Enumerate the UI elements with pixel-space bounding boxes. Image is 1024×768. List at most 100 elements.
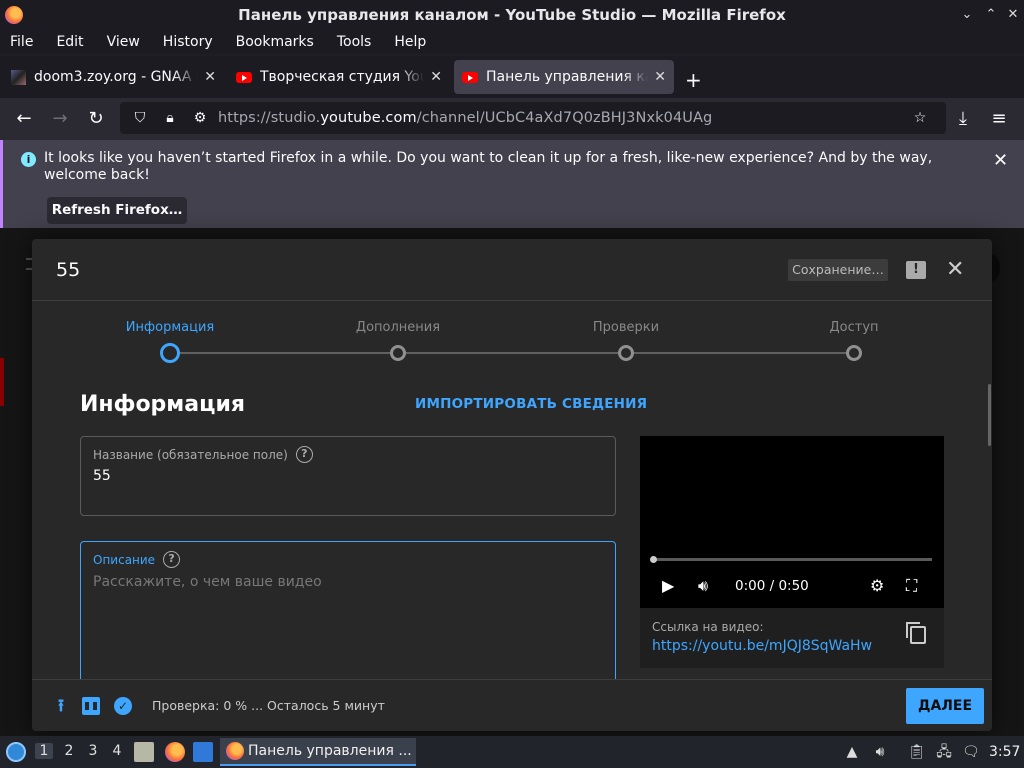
notification-close-icon[interactable]: ✕ [993, 150, 1008, 171]
back-icon[interactable]: ← [13, 108, 35, 130]
show-desktop-icon[interactable] [193, 742, 213, 762]
notifications-tray-icon[interactable]: 🗨︎ [962, 744, 980, 760]
next-button[interactable]: ДАЛЕЕ [906, 688, 984, 724]
menu-help[interactable]: Help [394, 34, 426, 50]
dialog-footer: ⭱ ✓ Проверка: 0 % ... Осталось 5 минут Д… [32, 679, 992, 731]
tab-close-icon[interactable]: ✕ [204, 69, 216, 85]
menu-history[interactable]: History [163, 34, 213, 50]
progress-scrubber[interactable] [650, 556, 657, 563]
video-progress-bar[interactable] [650, 556, 932, 563]
permissions-icon[interactable]: ⚙︎ [190, 108, 210, 128]
import-details-link[interactable]: ИМПОРТИРОВАТЬ СВЕДЕНИЯ [415, 396, 647, 412]
menu-bar: File Edit View History Bookmarks Tools H… [0, 30, 1024, 54]
tab-doom3[interactable]: doom3.zoy.org - GNAA Last Measure ✕ [2, 60, 224, 94]
new-tab-icon[interactable]: + [685, 68, 702, 92]
step-dot-elements[interactable] [390, 345, 406, 361]
navigation-bar: ← → ↻ ⛉ 🔒︎ ⚙︎ https://studio.youtube.com… [0, 98, 1024, 140]
menu-view[interactable]: View [107, 34, 140, 50]
lock-icon[interactable]: 🔒︎ [160, 108, 180, 128]
downloads-icon[interactable]: ⤓ [952, 108, 974, 130]
title-field-value[interactable]: 55 [93, 468, 111, 484]
video-link-label: Ссылка на видео: [652, 620, 764, 634]
tab-close-icon[interactable]: ✕ [430, 69, 442, 85]
play-icon[interactable]: ▶ [662, 576, 674, 595]
dialog-scrollbar[interactable] [988, 384, 991, 446]
stepper-line [172, 352, 852, 354]
step-label-visibility[interactable]: Доступ [829, 320, 878, 335]
workspace-1[interactable]: 1 [35, 743, 53, 759]
firefox-icon [226, 742, 244, 760]
menu-tools[interactable]: Tools [337, 34, 372, 50]
url-bar[interactable]: ⛉ 🔒︎ ⚙︎ https://studio.youtube.com/chann… [120, 102, 946, 134]
video-link[interactable]: https://youtu.be/mJQJ8SqWaHw [652, 638, 872, 654]
tab-youtube-studio[interactable]: Творческая студия YouTube ✕ [228, 60, 450, 94]
file-manager-icon[interactable] [134, 742, 154, 762]
tab-label: doom3.zoy.org - GNAA Last Measure [34, 69, 198, 85]
section-title: Информация [80, 392, 245, 417]
title-field[interactable]: Название (обязательное поле) ? 55 [80, 436, 616, 516]
taskbar: 1 2 3 4 Панель управления ... ▲ 🔊︎ 📋︎ 🖧 … [0, 736, 1024, 768]
app-menu-icon[interactable]: ≡ [988, 108, 1010, 130]
reload-icon[interactable]: ↻ [85, 108, 107, 130]
fullscreen-icon[interactable]: ⛶ [906, 576, 917, 596]
title-field-label: Название (обязательное поле) ? [93, 446, 313, 463]
dialog-title: 55 [56, 259, 81, 281]
tab-close-icon[interactable]: ✕ [654, 69, 666, 85]
refresh-firefox-button[interactable]: Refresh Firefox… [47, 197, 187, 224]
tab-label: Творческая студия YouTube [260, 69, 425, 85]
workspace-2[interactable]: 2 [60, 743, 78, 759]
check-status-text: Проверка: 0 % ... Осталось 5 минут [152, 698, 385, 713]
doom-favicon-icon [10, 69, 26, 85]
video-link-panel: Ссылка на видео: https://youtu.be/mJQJ8S… [640, 608, 944, 668]
volume-icon[interactable]: 🔊︎ [698, 576, 708, 596]
forward-icon[interactable]: → [49, 108, 71, 130]
upload-details-dialog: 55 Сохранение… ! ✕ Информация Дополнения… [32, 239, 992, 731]
taskbar-firefox-window[interactable]: Панель управления ... [220, 738, 416, 766]
dialog-header: 55 Сохранение… ! ✕ [32, 239, 992, 301]
step-dot-details[interactable] [160, 343, 180, 363]
sidebar-active-indicator [0, 358, 4, 406]
menu-edit[interactable]: Edit [56, 34, 83, 50]
network-tray-icon[interactable]: 🖧 [936, 744, 952, 760]
clipboard-tray-icon[interactable]: 📋︎ [908, 744, 926, 760]
clock: 3:57 [989, 744, 1021, 760]
tab-channel-dashboard[interactable]: Панель управления каналом ✕ [454, 60, 674, 94]
taskbar-window-label: Панель управления ... [248, 743, 412, 759]
minimize-icon[interactable]: ⌄ [958, 6, 976, 24]
firefox-launcher-icon[interactable] [165, 742, 185, 762]
video-preview[interactable]: ▶ 🔊︎ 0:00 / 0:50 ⚙ ⛶ [640, 436, 944, 608]
help-icon[interactable]: ? [295, 446, 313, 463]
dialog-close-icon[interactable]: ✕ [946, 257, 964, 282]
settings-gear-icon[interactable]: ⚙ [870, 576, 884, 595]
step-dot-checks[interactable] [618, 345, 634, 361]
tab-strip: doom3.zoy.org - GNAA Last Measure ✕ Твор… [0, 56, 1024, 98]
tracking-shield-icon[interactable]: ⛉ [130, 108, 150, 128]
copy-link-icon[interactable] [906, 622, 926, 644]
description-field[interactable]: Описание ? Расскажите, о чем ваше видео [80, 541, 616, 691]
checks-icon[interactable]: ✓ [114, 697, 132, 715]
tab-label: Панель управления каналом [486, 69, 648, 85]
firefox-logo-icon [5, 6, 23, 24]
url-text[interactable]: https://studio.youtube.com/channel/UCbC4… [218, 110, 712, 126]
window-close-icon[interactable]: ✕ [1004, 6, 1022, 24]
window-titlebar: Панель управления каналом - YouTube Stud… [0, 0, 1024, 30]
workspace-3[interactable]: 3 [84, 743, 102, 759]
tray-update-icon[interactable]: ▲ [844, 744, 860, 760]
menu-bookmarks[interactable]: Bookmarks [236, 34, 314, 50]
menu-file[interactable]: File [10, 34, 33, 50]
step-label-checks[interactable]: Проверки [593, 320, 659, 335]
help-icon[interactable]: ? [163, 551, 181, 568]
bookmark-star-icon[interactable]: ☆ [910, 108, 930, 128]
step-dot-visibility[interactable] [846, 345, 862, 361]
step-label-details[interactable]: Информация [126, 320, 214, 335]
step-label-elements[interactable]: Дополнения [356, 320, 440, 335]
start-menu-icon[interactable] [6, 742, 26, 762]
maximize-icon[interactable]: ⌃ [982, 6, 1000, 24]
feedback-icon[interactable]: ! [906, 261, 926, 279]
notification-message: It looks like you haven’t started Firefo… [44, 150, 933, 183]
workspace-4[interactable]: 4 [108, 743, 126, 759]
volume-tray-icon[interactable]: 🔊︎ [872, 744, 888, 760]
hd-processing-icon[interactable] [82, 697, 100, 715]
upload-icon[interactable]: ⭱ [52, 697, 70, 715]
description-placeholder[interactable]: Расскажите, о чем ваше видео [93, 574, 322, 590]
